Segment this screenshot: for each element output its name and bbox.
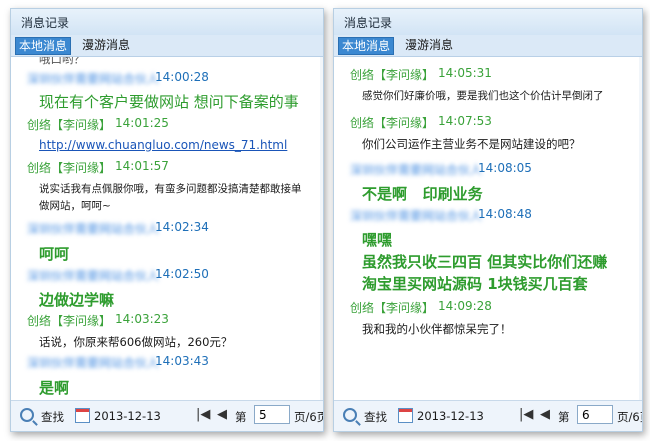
prev-page-icon[interactable]: ◀ xyxy=(217,407,227,422)
message-list: 哦口哟？ 深圳伙伴需要网站合伙人 14:00:28 现在有个客户要做网站 想问下… xyxy=(11,57,323,401)
titlebar: 消息记录 xyxy=(334,9,642,35)
page-number-input[interactable] xyxy=(577,405,613,424)
window-title: 消息记录 xyxy=(21,16,70,30)
page-label: 第 xyxy=(558,410,570,424)
calendar-icon[interactable] xyxy=(398,408,413,423)
footer-toolbar: 查找 2013-12-13 |◀ ◀ 第 页/6页 xyxy=(11,400,323,431)
tab-bar: 本地消息 漫游消息 xyxy=(334,35,642,57)
partial-message: 哦口哟？ xyxy=(39,57,85,66)
footer-toolbar: 查找 2013-12-13 |◀ ◀ 第 页/6页 xyxy=(334,400,642,431)
search-icon[interactable] xyxy=(20,408,34,422)
page-label: 第 xyxy=(235,410,247,424)
scrollbar[interactable] xyxy=(320,57,323,401)
prev-page-icon[interactable]: ◀ xyxy=(540,407,550,422)
message-link[interactable]: http://www.chuangluo.com/news_71.html xyxy=(39,138,287,152)
first-page-icon[interactable]: |◀ xyxy=(196,407,210,422)
page-number-input[interactable] xyxy=(254,405,290,424)
titlebar: 消息记录 xyxy=(11,9,323,35)
tab-local-messages[interactable]: 本地消息 xyxy=(15,37,72,55)
date-label[interactable]: 2013-12-13 xyxy=(417,409,484,423)
search-icon[interactable] xyxy=(343,408,357,422)
search-button[interactable]: 查找 xyxy=(41,409,64,425)
window-title: 消息记录 xyxy=(344,16,393,30)
calendar-icon[interactable] xyxy=(75,408,90,423)
message-list: 创络【李问缘】 14:05:31 感觉你们好廉价哦，要是我们也这个价估计早倒闭了… xyxy=(350,66,608,336)
date-label[interactable]: 2013-12-13 xyxy=(94,409,161,423)
chat-history-window-right: 消息记录 本地消息 漫游消息 创络【李问缘】 14:05:31 感觉你们好廉价哦… xyxy=(333,8,643,432)
tab-bar: 本地消息 漫游消息 xyxy=(11,35,323,57)
page-total: 页/6页 xyxy=(617,410,642,424)
scrollbar[interactable] xyxy=(639,57,642,401)
tab-roaming-messages[interactable]: 漫游消息 xyxy=(402,37,456,53)
tab-roaming-messages[interactable]: 漫游消息 xyxy=(79,37,133,53)
first-page-icon[interactable]: |◀ xyxy=(519,407,533,422)
chat-history-window-left: 消息记录 本地消息 漫游消息 哦口哟？ 深圳伙伴需要网站合伙人 14:00:28… xyxy=(10,8,324,432)
tab-local-messages[interactable]: 本地消息 xyxy=(338,37,395,55)
page-total: 页/6页 xyxy=(294,410,323,424)
search-button[interactable]: 查找 xyxy=(364,409,387,425)
